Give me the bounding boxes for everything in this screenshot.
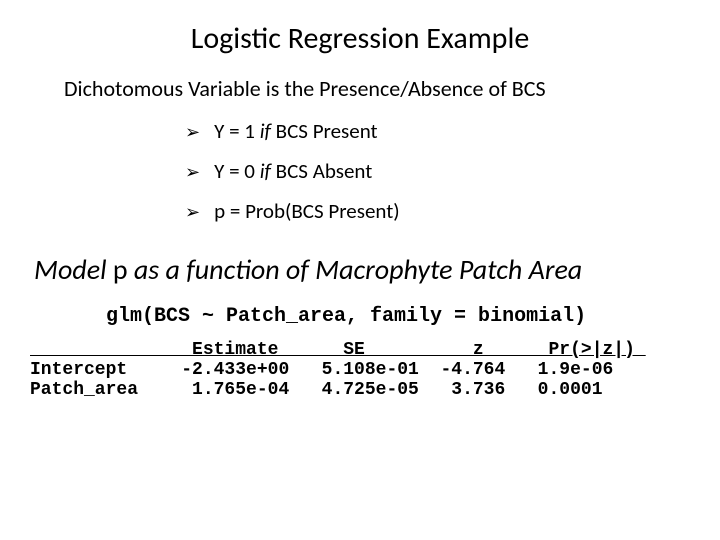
bullet-italic: if <box>260 118 276 144</box>
bullet-list: ➢ Y = 1 if BCS Present ➢ Y = 0 if BCS Ab… <box>185 118 690 224</box>
model-lead: Model <box>34 252 113 287</box>
bullet-prefix: Y = 1 <box>214 118 260 144</box>
glm-call: glm(BCS ~ Patch_area, family = binomial) <box>106 305 690 328</box>
bullet-text: Y = 0 if BCS Absent <box>214 158 372 184</box>
bullet-item: ➢ p = Prob(BCS Present) <box>185 198 690 224</box>
subtitle: Dichotomous Variable is the Presence/Abs… <box>64 75 690 102</box>
arrow-icon: ➢ <box>185 161 200 183</box>
bullet-suffix: BCS Absent <box>276 158 373 184</box>
arrow-icon: ➢ <box>185 121 200 143</box>
table-row: Intercept -2.433e+00 5.108e-01 -4.764 1.… <box>30 360 690 380</box>
bullet-item: ➢ Y = 0 if BCS Absent <box>185 158 690 184</box>
bullet-prefix: p = Prob(BCS Present) <box>214 198 400 224</box>
arrow-icon: ➢ <box>185 201 200 223</box>
bullet-text: p = Prob(BCS Present) <box>214 198 400 224</box>
model-tail: as a function of Macrophyte Patch Area <box>128 252 583 287</box>
coefficient-table: Estimate SE z Pr(>|z|) Intercept -2.433e… <box>30 340 690 400</box>
model-p: p <box>113 252 128 287</box>
bullet-text: Y = 1 if BCS Present <box>214 118 377 144</box>
bullet-italic: if <box>260 158 276 184</box>
table-row: Patch_area 1.765e-04 4.725e-05 3.736 0.0… <box>30 380 690 400</box>
bullet-suffix: BCS Present <box>276 118 378 144</box>
bullet-prefix: Y = 0 <box>214 158 260 184</box>
page-title: Logistic Regression Example <box>30 20 690 57</box>
table-header-row: Estimate SE z Pr(>|z|) <box>30 340 690 360</box>
bullet-item: ➢ Y = 1 if BCS Present <box>185 118 690 144</box>
model-sentence: Model p as a function of Macrophyte Patc… <box>34 252 690 287</box>
